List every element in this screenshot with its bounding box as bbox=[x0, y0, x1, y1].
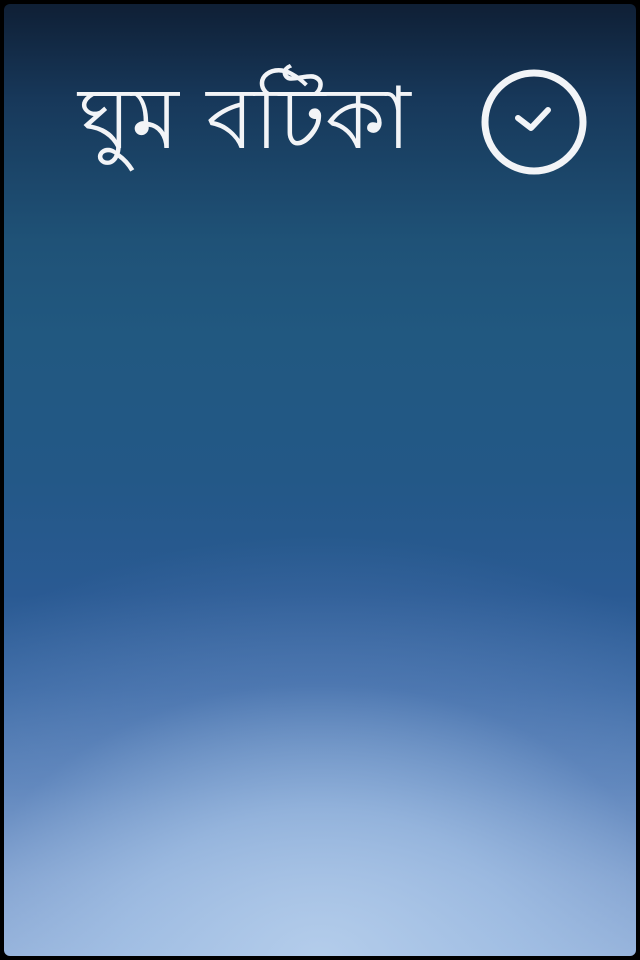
clock-check-icon[interactable] bbox=[480, 68, 588, 176]
app-screen: ঘুম বটিকা bbox=[4, 4, 636, 956]
title-row: ঘুম বটিকা bbox=[4, 64, 636, 184]
app-title: ঘুম বটিকা bbox=[78, 69, 411, 169]
